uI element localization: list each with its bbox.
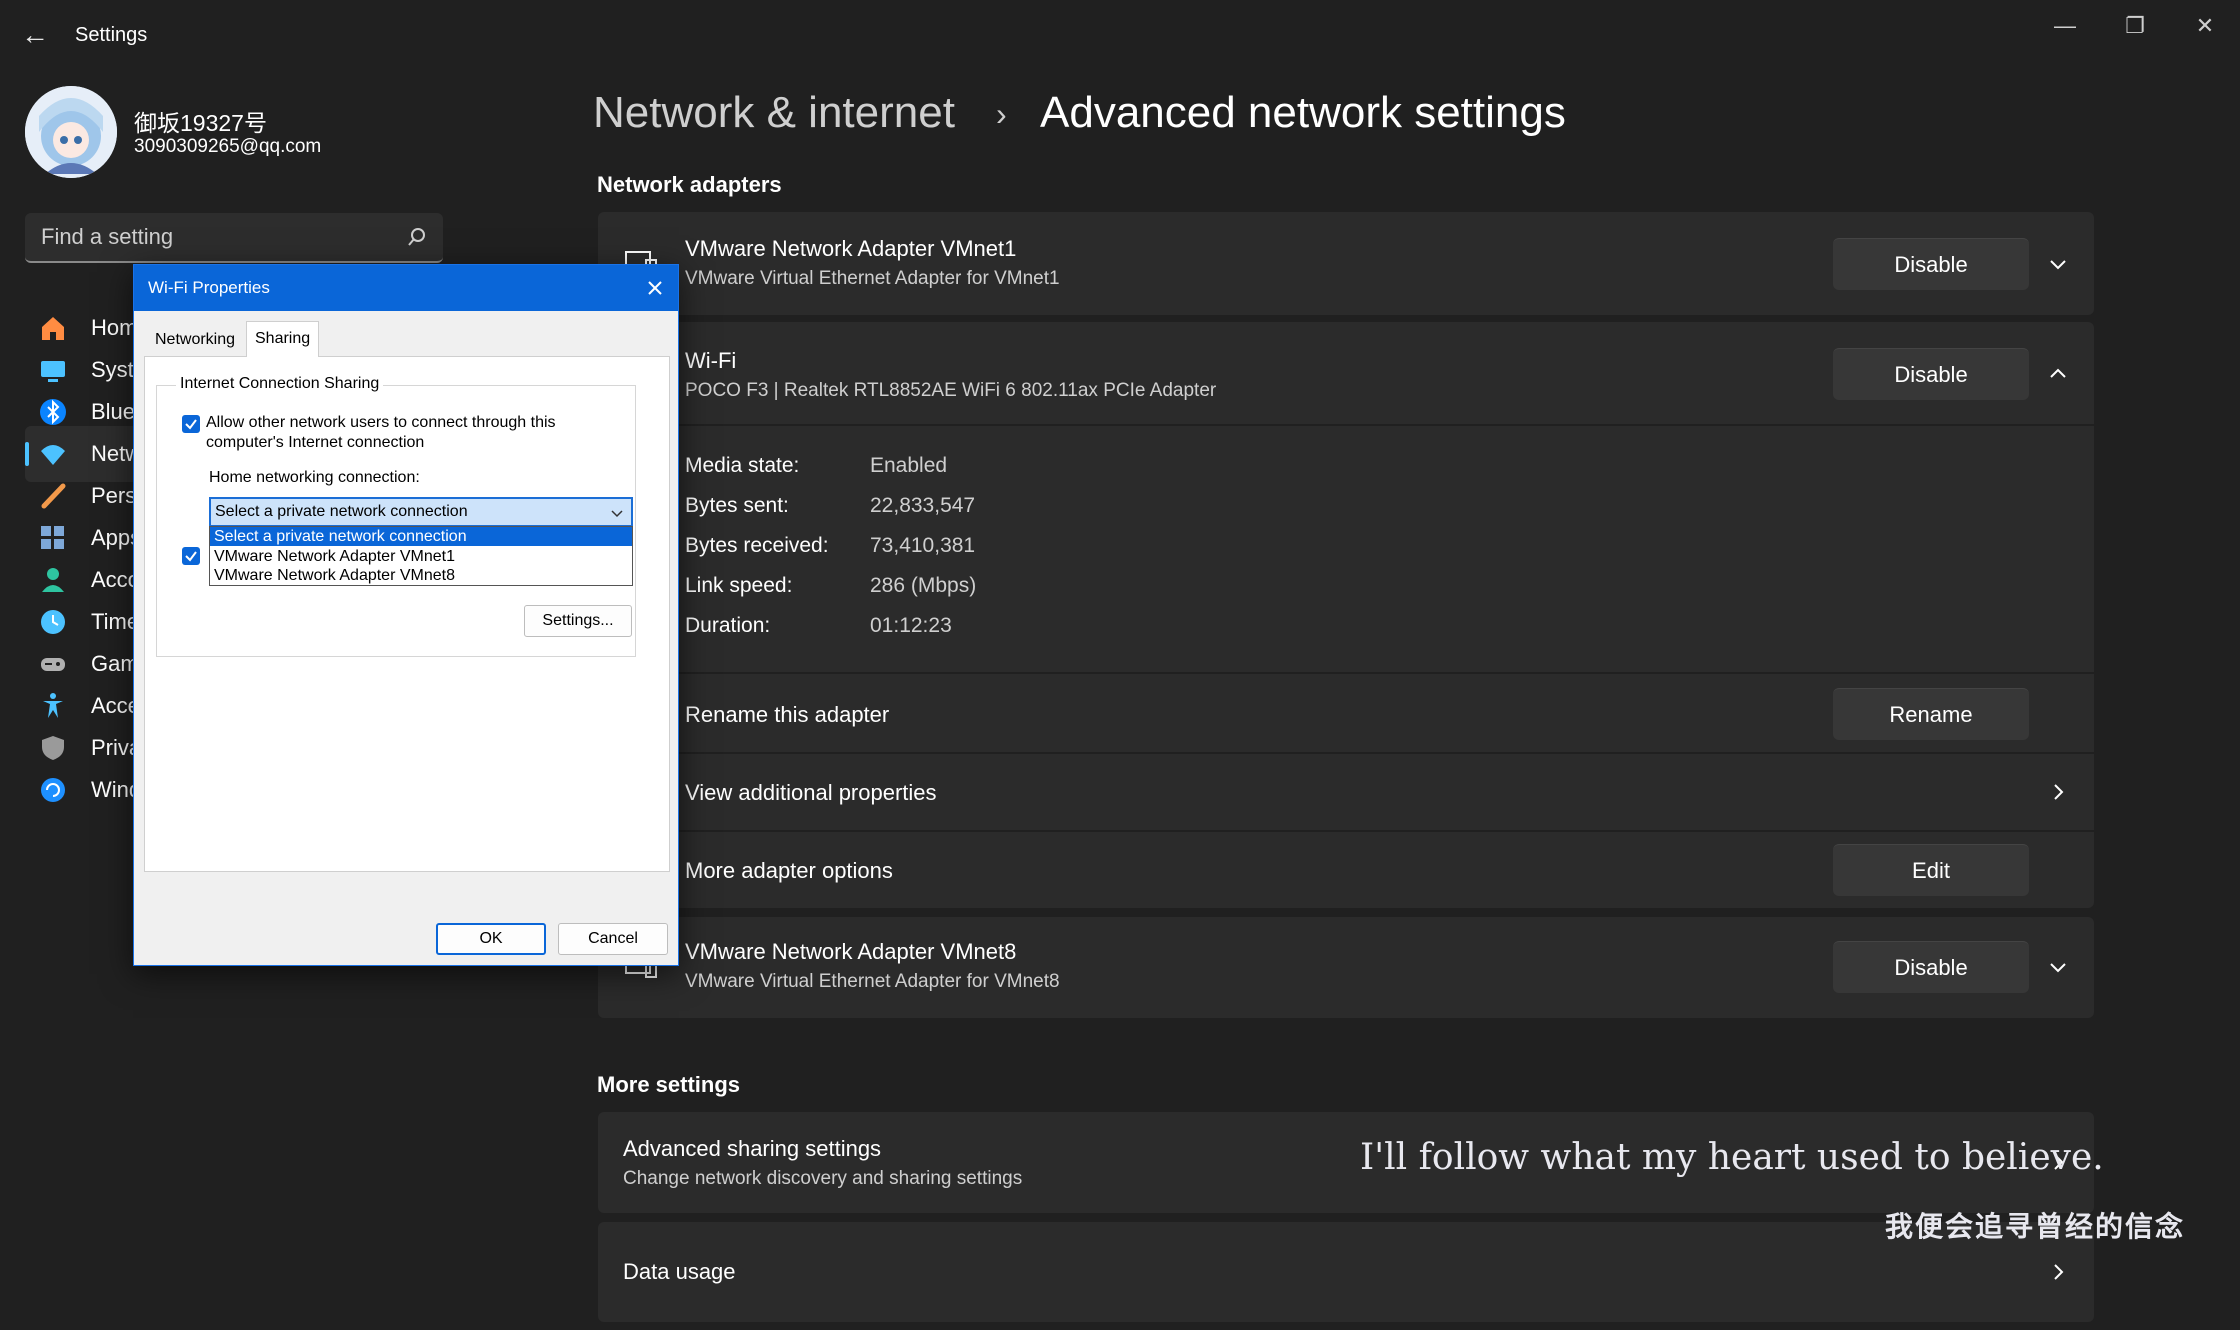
- more-adapter-options-label: More adapter options: [685, 858, 893, 883]
- divider: [598, 830, 2094, 832]
- rename-adapter-label: Rename this adapter: [685, 702, 890, 727]
- divider: [598, 672, 2094, 674]
- adapter-name: VMware Network Adapter VMnet8: [685, 939, 1017, 964]
- rename-button[interactable]: Rename: [1833, 688, 2029, 740]
- view-additional-properties-row[interactable]: View additional properties: [598, 754, 2094, 830]
- refresh-icon: [41, 778, 65, 802]
- select-value: Select a private network connection: [215, 503, 468, 520]
- display-icon: [41, 361, 65, 382]
- chevron-right-icon: [2054, 784, 2064, 800]
- chevron-down-icon[interactable]: [2046, 955, 2070, 979]
- avatar-image: [25, 86, 117, 178]
- chevron-right-icon: [2054, 1264, 2064, 1280]
- adapter-name: Wi-Fi: [685, 348, 737, 373]
- adapter-description: VMware Virtual Ethernet Adapter for VMne…: [685, 971, 1060, 992]
- person-icon: [42, 568, 64, 592]
- divider: [598, 424, 2094, 426]
- user-name: 御坂19327号: [134, 110, 267, 136]
- dialog-title: Wi-Fi Properties: [148, 278, 270, 297]
- adapter-card-vmnet1[interactable]: VMware Network Adapter VMnet1 VMware Vir…: [598, 212, 2094, 315]
- dropdown-option[interactable]: VMware Network Adapter VMnet8: [210, 566, 632, 585]
- disable-button[interactable]: Disable: [1833, 941, 2029, 993]
- user-email: 3090309265@qq.com: [134, 136, 322, 157]
- prop-label: Media state:: [685, 454, 800, 477]
- adapter-description: POCO F3 | Realtek RTL8852AE WiFi 6 802.1…: [685, 380, 1217, 401]
- lyric-overlay-english: I'll follow what my heart used to believ…: [1360, 1137, 2104, 1178]
- shield-icon: [42, 736, 64, 760]
- allow-sharing-checkbox[interactable]: [182, 415, 200, 433]
- prop-value: 286 (Mbps): [870, 574, 977, 597]
- search-input[interactable]: Find a setting: [41, 224, 173, 250]
- breadcrumb-separator-icon: ›: [996, 96, 1007, 132]
- prop-value: 73,410,381: [870, 534, 976, 557]
- chevron-down-icon[interactable]: [2046, 252, 2070, 276]
- prop-value: 01:12:23: [870, 614, 952, 637]
- dialog-titlebar[interactable]: Wi-Fi Properties: [134, 265, 678, 311]
- breadcrumb-parent[interactable]: Network & internet: [593, 88, 955, 138]
- home-networking-label: Home networking connection:: [209, 469, 420, 486]
- tab-networking[interactable]: Networking: [147, 325, 243, 355]
- search-box[interactable]: Find a setting: [25, 213, 443, 263]
- home-connection-select[interactable]: Select a private network connection: [209, 497, 633, 527]
- clock-icon: [41, 610, 65, 634]
- ics-group-label: Internet Connection Sharing: [176, 375, 384, 393]
- prop-label: Bytes received:: [685, 534, 829, 557]
- more-settings-heading: More settings: [597, 1072, 741, 1097]
- page-title: Advanced network settings: [1040, 88, 1566, 137]
- back-button[interactable]: ←: [20, 20, 50, 50]
- checkmark-icon: [185, 419, 197, 430]
- chevron-up-icon[interactable]: [2046, 362, 2070, 386]
- adapter-card-vmnet8[interactable]: VMware Network Adapter VMnet8 VMware Vir…: [598, 917, 2094, 1018]
- prop-label: Duration:: [685, 614, 771, 637]
- ok-button[interactable]: OK: [436, 923, 546, 955]
- dropdown-option[interactable]: Select a private network connection: [210, 527, 632, 546]
- cancel-button[interactable]: Cancel: [558, 923, 668, 955]
- accessibility-icon: [43, 693, 63, 718]
- data-usage-row[interactable]: Data usage: [598, 1222, 2094, 1322]
- brush-icon: [41, 483, 66, 509]
- adapter-card-wifi: Wi-Fi POCO F3 | Realtek RTL8852AE WiFi 6…: [598, 322, 2094, 908]
- adapter-name: VMware Network Adapter VMnet1: [685, 236, 1017, 261]
- minimize-button[interactable]: —: [2030, 6, 2100, 46]
- data-usage-title: Data usage: [623, 1259, 736, 1284]
- app-title: Settings: [75, 24, 148, 46]
- close-icon[interactable]: [642, 275, 668, 301]
- prop-label: Link speed:: [685, 574, 793, 597]
- prop-value: 22,833,547: [870, 494, 976, 517]
- wifi-properties-dialog: Wi-Fi Properties Networking Sharing Inte…: [133, 264, 679, 966]
- close-window-button[interactable]: ✕: [2170, 6, 2240, 46]
- advanced-sharing-description: Change network discovery and sharing set…: [623, 1168, 1023, 1189]
- disable-button[interactable]: Disable: [1833, 348, 2029, 400]
- home-icon: [42, 317, 64, 340]
- apps-icon: [41, 526, 64, 549]
- search-icon[interactable]: [407, 227, 427, 247]
- dropdown-option[interactable]: VMware Network Adapter VMnet1: [210, 547, 632, 566]
- select-dropdown-list: Select a private network connection VMwa…: [209, 526, 633, 586]
- prop-value: Enabled: [870, 454, 948, 477]
- lyric-overlay-chinese: 我便会追寻曾经的信念: [1885, 1210, 2186, 1243]
- checkmark-icon: [185, 551, 197, 562]
- chevron-down-icon: [611, 510, 623, 518]
- prop-label: Bytes sent:: [685, 494, 789, 517]
- wifi-icon: [41, 445, 65, 465]
- advanced-sharing-title: Advanced sharing settings: [623, 1136, 882, 1161]
- view-properties-label: View additional properties: [685, 780, 937, 805]
- avatar[interactable]: [25, 86, 117, 178]
- ics-settings-button[interactable]: Settings...: [524, 605, 632, 637]
- gamepad-icon: [41, 658, 65, 671]
- bluetooth-icon: [40, 399, 66, 425]
- network-adapters-heading: Network adapters: [597, 172, 782, 197]
- allow-sharing-label[interactable]: Allow other network users to connect thr…: [206, 413, 586, 453]
- tab-sharing[interactable]: Sharing: [246, 321, 320, 357]
- maximize-button[interactable]: ❐: [2100, 6, 2170, 46]
- disable-button[interactable]: Disable: [1833, 238, 2029, 290]
- adapter-description: VMware Virtual Ethernet Adapter for VMne…: [685, 268, 1060, 289]
- edit-button[interactable]: Edit: [1833, 844, 2029, 896]
- allow-control-checkbox[interactable]: [182, 547, 200, 565]
